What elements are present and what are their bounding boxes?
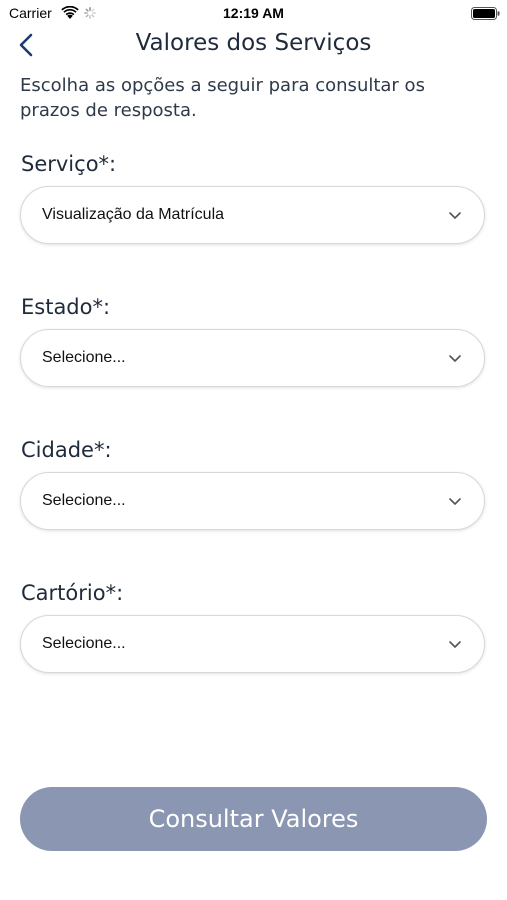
intro-text: Escolha as opções a seguir para consulta… [20, 75, 425, 121]
chevron-down-icon [449, 641, 461, 648]
cartorio-label: Cartório*: [21, 581, 124, 605]
cidade-label: Cidade*: [21, 438, 112, 462]
cidade-select[interactable]: Selecione... [20, 472, 485, 530]
consultar-valores-button[interactable]: Consultar Valores [20, 787, 487, 851]
estado-select-value: Selecione... [42, 349, 126, 366]
battery-icon [471, 7, 500, 20]
chevron-down-icon [449, 355, 461, 362]
chevron-down-icon [449, 498, 461, 505]
servico-select-value: Visualização da Matrícula [42, 206, 225, 223]
status-bar: Carrier 12:19 AM [0, 0, 507, 28]
cidade-select-value: Selecione... [42, 492, 126, 509]
cartorio-select-value: Selecione... [42, 635, 126, 652]
estado-select[interactable]: Selecione... [20, 329, 485, 387]
servico-select[interactable]: Visualização da Matrícula [20, 186, 485, 244]
status-time: 12:19 AM [223, 5, 284, 21]
estado-label: Estado*: [21, 295, 111, 319]
cartorio-select[interactable]: Selecione... [20, 615, 485, 673]
servico-label: Serviço*: [21, 152, 117, 176]
navigation-bar: Valores dos Serviços [0, 28, 507, 62]
page-title: Valores dos Serviços [135, 30, 372, 56]
chevron-down-icon [449, 212, 461, 219]
